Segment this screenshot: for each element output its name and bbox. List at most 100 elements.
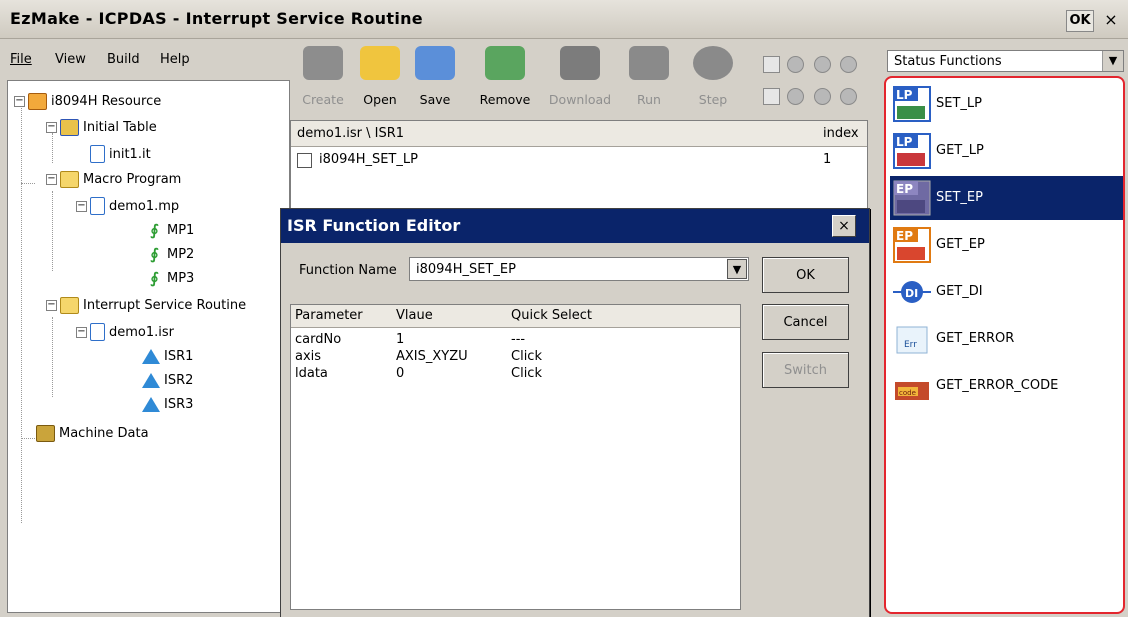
tree-node-machine-data[interactable]: Machine Data	[36, 425, 149, 442]
ep-icon: EP	[893, 180, 931, 216]
tree-node-resource[interactable]: − i8094H Resource	[14, 93, 161, 110]
tree-node-init-file[interactable]: init1.it	[90, 145, 151, 163]
save-icon	[415, 46, 455, 80]
function-item-get-error[interactable]: Err GET_ERROR	[890, 317, 1123, 361]
folder-icon	[60, 297, 79, 314]
list-item-checkbox[interactable]	[297, 153, 312, 168]
resource-tree[interactable]: − i8094H Resource − Initial Table init1.…	[7, 80, 290, 613]
tree-node-isr-file[interactable]: − demo1.isr	[76, 323, 174, 341]
window-restore-icon[interactable]	[763, 88, 780, 105]
category-select[interactable]: Status Functions ▼	[887, 50, 1124, 72]
list-path: demo1.isr \ ISR1	[297, 126, 405, 141]
svg-text:Err: Err	[904, 340, 917, 350]
create-icon	[303, 46, 343, 80]
cancel-button[interactable]: Cancel	[762, 304, 849, 340]
column-quick-select[interactable]: Quick Select	[511, 308, 592, 323]
error-icon: Err	[896, 326, 928, 354]
function-item-get-error-code[interactable]: code GET_ERROR_CODE	[890, 364, 1123, 408]
tree-node-macro-file[interactable]: − demo1.mp	[76, 197, 179, 215]
parameter-table[interactable]: Parameter Vlaue Quick Select cardNo 1 --…	[290, 304, 741, 610]
save-button[interactable]: Save	[410, 40, 460, 120]
collapse-icon[interactable]: −	[46, 174, 57, 185]
arrow-down-icon[interactable]	[787, 88, 804, 105]
ok-button[interactable]: OK	[1066, 10, 1094, 32]
arrow-up-double-icon[interactable]	[814, 56, 831, 73]
ok-button[interactable]: OK	[762, 257, 849, 293]
create-button[interactable]: Create	[298, 40, 348, 120]
recycle-bin-icon	[485, 46, 525, 80]
function-name-select[interactable]: i8094H_SET_EP ▼	[409, 257, 749, 281]
parameter-table-header: Parameter Vlaue Quick Select	[291, 305, 740, 328]
svg-text:LP: LP	[896, 135, 913, 149]
function-item-set-lp[interactable]: LP SET_LP	[890, 82, 1123, 126]
collapse-icon[interactable]: −	[46, 122, 57, 133]
tree-node-macro-program[interactable]: − Macro Program	[46, 171, 181, 188]
svg-text:LP: LP	[896, 88, 913, 102]
collapse-icon[interactable]: −	[46, 300, 57, 311]
list-header: demo1.isr \ ISR1 index	[291, 121, 867, 147]
document-icon	[90, 145, 105, 163]
list-item[interactable]: i8094H_SET_LP 1	[295, 151, 865, 171]
svg-text:DI: DI	[905, 287, 918, 300]
open-icon	[360, 46, 400, 80]
table-row[interactable]: axis AXIS_XYZU Click	[291, 349, 740, 367]
di-icon: DI	[893, 281, 931, 303]
arrow-up-icon[interactable]	[787, 56, 804, 73]
column-parameter[interactable]: Parameter	[295, 308, 363, 323]
tree-node-initial-table[interactable]: − Initial Table	[46, 119, 157, 136]
dialog-close-button[interactable]: ×	[832, 215, 856, 237]
document-icon	[90, 323, 105, 341]
window-title: EzMake - ICPDAS - Interrupt Service Rout…	[10, 9, 423, 28]
error-code-icon: code	[895, 382, 929, 400]
macro-icon: ∮	[150, 245, 159, 263]
function-palette[interactable]: LP SET_LP LP GET_LP EP SET_EP EP GET_EP …	[884, 76, 1125, 614]
open-button[interactable]: Open	[355, 40, 405, 120]
tree-node-isr-folder[interactable]: − Interrupt Service Routine	[46, 297, 246, 314]
menu-bar: File View Build Help	[0, 38, 290, 80]
menu-file[interactable]: File	[10, 52, 32, 67]
function-item-get-lp[interactable]: LP GET_LP	[890, 129, 1123, 173]
run-button[interactable]: Run	[624, 40, 674, 120]
macro-icon: ∮	[150, 221, 159, 239]
folder-icon	[60, 171, 79, 188]
tree-node-isr3[interactable]: ISR3	[142, 397, 193, 412]
menu-help[interactable]: Help	[160, 52, 190, 67]
function-item-get-di[interactable]: DI GET_DI	[890, 270, 1123, 314]
tree-node-isr1[interactable]: ISR1	[142, 349, 193, 364]
title-bar: EzMake - ICPDAS - Interrupt Service Rout…	[0, 0, 1128, 39]
chevron-down-icon[interactable]: ▼	[1102, 51, 1123, 71]
tree-node-mp2[interactable]: ∮ MP2	[146, 245, 194, 263]
collapse-icon[interactable]: −	[76, 326, 87, 338]
remove-button[interactable]: Remove	[474, 40, 536, 120]
ep-icon: EP	[893, 227, 931, 263]
close-button[interactable]: ×	[1100, 10, 1122, 30]
svg-text:EP: EP	[896, 229, 913, 243]
circle-icon[interactable]	[840, 88, 857, 105]
column-value[interactable]: Vlaue	[396, 308, 433, 323]
collapse-icon[interactable]: −	[14, 96, 25, 107]
chevron-down-icon[interactable]: ▼	[727, 259, 747, 279]
arrow-down-double-icon[interactable]	[814, 88, 831, 105]
tree-node-isr2[interactable]: ISR2	[142, 373, 193, 388]
index-header: index	[823, 126, 859, 141]
switch-button[interactable]: Switch	[762, 352, 849, 388]
table-row[interactable]: ldata 0 Click	[291, 366, 740, 384]
resource-icon	[28, 93, 47, 110]
table-row[interactable]: cardNo 1 ---	[291, 332, 740, 350]
tools-icon	[36, 425, 55, 442]
download-icon	[560, 46, 600, 80]
tree-node-mp1[interactable]: ∮ MP1	[146, 221, 194, 239]
document-icon	[90, 197, 105, 215]
step-button[interactable]: Step	[688, 40, 738, 120]
cancel-circle-icon[interactable]	[840, 56, 857, 73]
isr-function-editor-dialog: ISR Function Editor × Function Name i809…	[280, 208, 870, 617]
window-small-icon[interactable]	[763, 56, 780, 73]
menu-view[interactable]: View	[55, 52, 86, 67]
function-item-get-ep[interactable]: EP GET_EP	[890, 223, 1123, 267]
isr-icon	[142, 349, 160, 364]
menu-build[interactable]: Build	[107, 52, 140, 67]
download-button[interactable]: Download	[540, 40, 620, 120]
collapse-icon[interactable]: −	[76, 200, 87, 212]
tree-node-mp3[interactable]: ∮ MP3	[146, 271, 194, 287]
function-item-set-ep[interactable]: EP SET_EP	[890, 176, 1123, 220]
